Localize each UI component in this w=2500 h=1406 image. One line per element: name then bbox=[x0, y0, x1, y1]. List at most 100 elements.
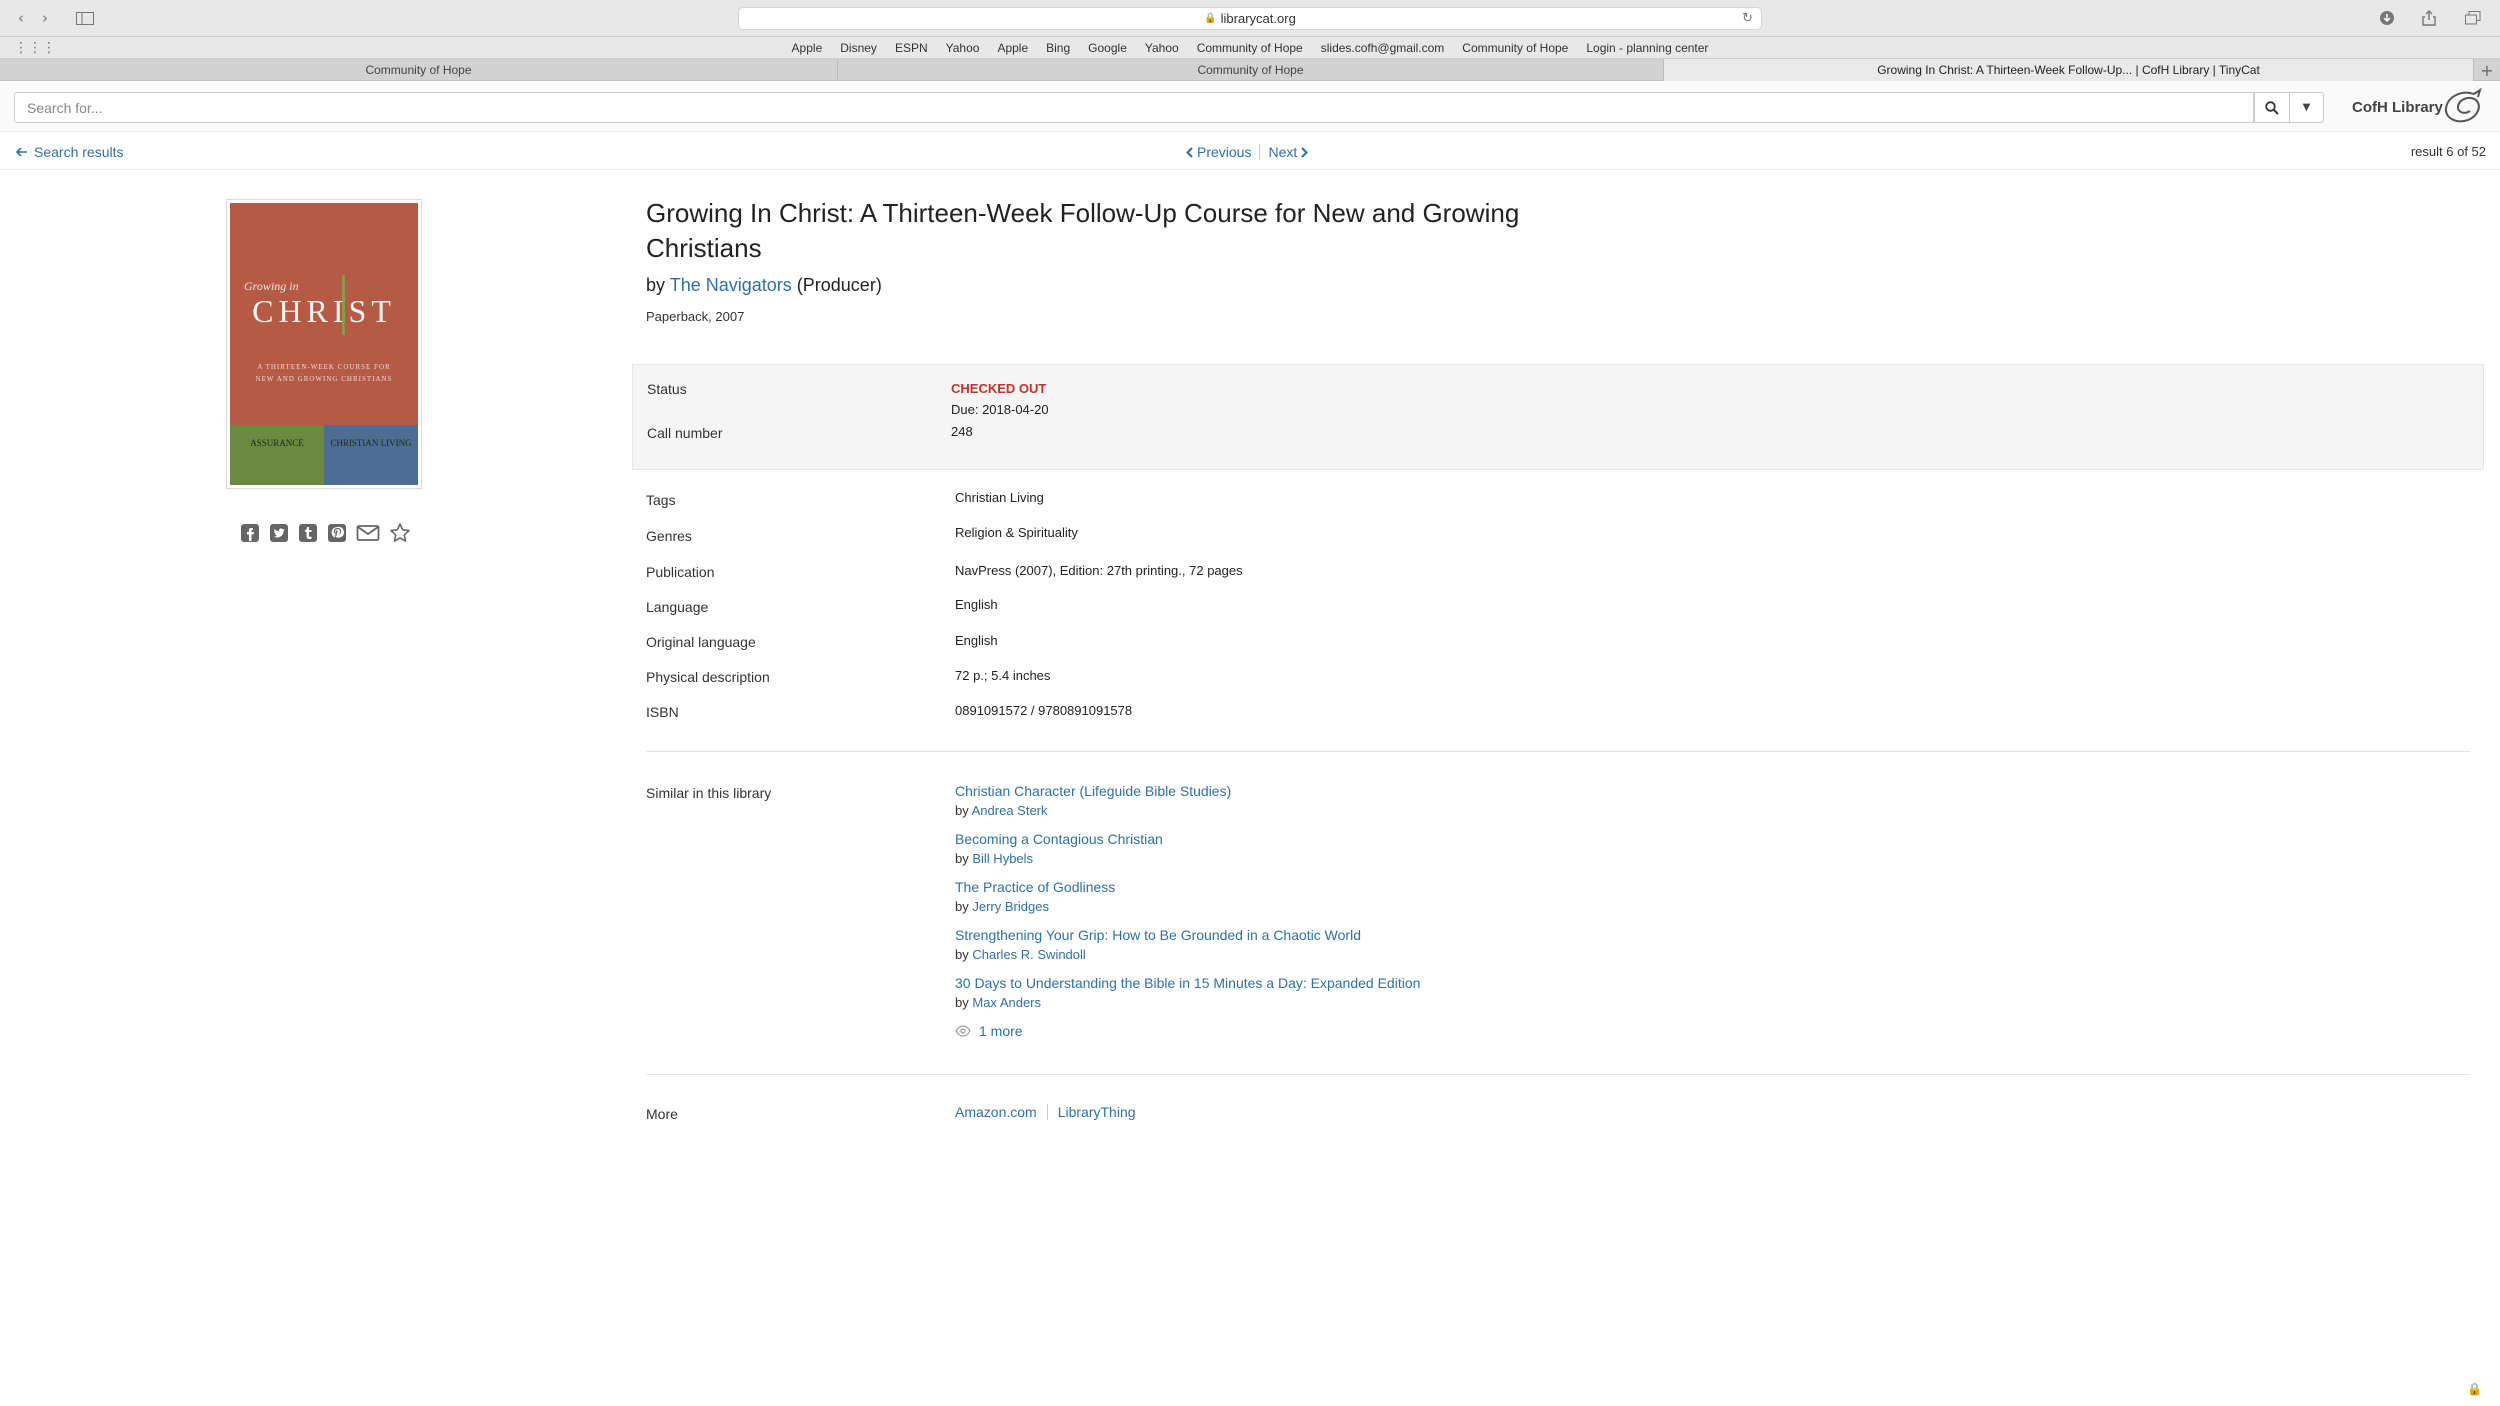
similar-author-link[interactable]: Bill Hybels bbox=[972, 851, 1033, 866]
search-input[interactable] bbox=[14, 92, 2254, 123]
share-icon[interactable] bbox=[2418, 8, 2440, 28]
tabs-overview-icon[interactable] bbox=[2462, 8, 2484, 28]
physical-description-value: 72 p.; 5.4 inches bbox=[955, 668, 1051, 683]
library-name[interactable]: CofH Library bbox=[2352, 99, 2443, 116]
nav-divider bbox=[1259, 144, 1261, 160]
favorite-link[interactable]: ESPN bbox=[895, 41, 928, 55]
favorite-link[interactable]: Disney bbox=[840, 41, 877, 55]
similar-item: Strengthening Your Grip: How to Be Groun… bbox=[955, 927, 1361, 962]
book-cover[interactable]: Growing in CHRIST A THIRTEEN-WEEK COURSE… bbox=[226, 199, 422, 489]
cover-left-panel bbox=[230, 425, 324, 485]
language-label: Language bbox=[646, 599, 709, 615]
back-label: Search results bbox=[34, 144, 124, 160]
browser-toolbar: ‹ › 🔒 librarycat.org ↻ bbox=[0, 0, 2500, 37]
similar-author-link[interactable]: Max Anders bbox=[972, 995, 1041, 1010]
author-role: (Producer) bbox=[796, 275, 882, 295]
favorite-link[interactable]: Bing bbox=[1046, 41, 1070, 55]
favorite-link[interactable]: Apple bbox=[997, 41, 1028, 55]
sidebar-toggle-icon[interactable] bbox=[72, 8, 98, 28]
tumblr-icon[interactable] bbox=[298, 523, 318, 543]
show-more-label: 1 more bbox=[979, 1023, 1023, 1039]
url-bar[interactable]: 🔒 librarycat.org ↻ bbox=[738, 7, 1762, 30]
similar-title-link[interactable]: Strengthening Your Grip: How to Be Groun… bbox=[955, 927, 1361, 947]
chevron-left-icon bbox=[1186, 146, 1193, 158]
similar-title-link[interactable]: Christian Character (Lifeguide Bible Stu… bbox=[955, 783, 1231, 803]
favorite-link[interactable]: Google bbox=[1088, 41, 1127, 55]
original-language-value: English bbox=[955, 633, 998, 648]
by-prefix: by bbox=[646, 275, 666, 295]
reload-icon[interactable]: ↻ bbox=[1742, 11, 1753, 26]
favorite-link[interactable]: Apple bbox=[792, 41, 823, 55]
padlock-icon[interactable]: 🔒 bbox=[2467, 1382, 2482, 1396]
similar-byline: by Jerry Bridges bbox=[955, 899, 1115, 914]
call-number-label: Call number bbox=[647, 425, 723, 441]
genres-label: Genres bbox=[646, 528, 692, 544]
genre-link[interactable]: Religion & Spirituality bbox=[955, 525, 1078, 540]
tab-community-of-hope-2[interactable]: Community of Hope bbox=[838, 59, 1664, 81]
previous-button[interactable]: Previous bbox=[1186, 144, 1251, 160]
previous-label: Previous bbox=[1197, 144, 1252, 160]
email-icon[interactable] bbox=[356, 523, 380, 543]
librarything-link[interactable]: LibraryThing bbox=[1058, 1104, 1136, 1120]
similar-author-link[interactable]: Jerry Bridges bbox=[972, 899, 1049, 914]
twitter-icon[interactable] bbox=[269, 523, 289, 543]
tab-community-of-hope-1[interactable]: Community of Hope bbox=[0, 59, 838, 81]
cover-subtitle-line: NEW AND GROWING CHRISTIANS bbox=[255, 375, 393, 383]
similar-author-link[interactable]: Charles R. Swindoll bbox=[972, 947, 1085, 962]
favorite-link[interactable]: Yahoo bbox=[1145, 41, 1179, 55]
eye-icon bbox=[955, 1025, 971, 1037]
isbn-value: 0891091572 / 9780891091578 bbox=[955, 703, 1133, 718]
similar-title-link[interactable]: 30 Days to Understanding the Bible in 15… bbox=[955, 975, 1420, 995]
language-link[interactable]: English bbox=[955, 597, 998, 612]
caret-down-icon: ▼ bbox=[2302, 102, 2311, 113]
back-arrow-icon[interactable]: ‹ bbox=[12, 8, 30, 28]
favorite-link[interactable]: Community of Hope bbox=[1462, 41, 1568, 55]
download-icon[interactable] bbox=[2376, 8, 2398, 28]
search-button[interactable] bbox=[2254, 92, 2290, 123]
favorites-list: Apple Disney ESPN Yahoo Apple Bing Googl… bbox=[0, 37, 2500, 59]
similar-item: Becoming a Contagious Christian by Bill … bbox=[955, 831, 1163, 866]
pinterest-icon[interactable] bbox=[327, 523, 347, 543]
tab-bar: Community of Hope Community of Hope Grow… bbox=[0, 59, 2500, 81]
tab-growing-in-christ[interactable]: Growing In Christ: A Thirteen-Week Follo… bbox=[1664, 59, 2474, 81]
similar-author-link[interactable]: Andrea Sterk bbox=[972, 803, 1048, 818]
star-icon[interactable] bbox=[389, 522, 411, 544]
similar-item: Christian Character (Lifeguide Bible Stu… bbox=[955, 783, 1231, 818]
arrow-left-icon bbox=[16, 147, 27, 157]
next-button[interactable]: Next bbox=[1268, 144, 1309, 160]
amazon-link[interactable]: Amazon.com bbox=[955, 1104, 1037, 1120]
favorite-link[interactable]: slides.cofh@gmail.com bbox=[1321, 41, 1445, 55]
cover-right-panel bbox=[324, 425, 418, 485]
by-prefix: by bbox=[955, 803, 969, 818]
url-text: librarycat.org bbox=[1220, 11, 1296, 26]
facebook-icon[interactable] bbox=[240, 523, 260, 543]
author-link[interactable]: The Navigators bbox=[670, 275, 792, 295]
search-icon bbox=[2265, 100, 2279, 115]
share-icons bbox=[240, 522, 411, 544]
tag-link[interactable]: Christian Living bbox=[955, 490, 1044, 505]
similar-title-link[interactable]: The Practice of Godliness bbox=[955, 879, 1115, 899]
similar-title-link[interactable]: Becoming a Contagious Christian bbox=[955, 831, 1163, 851]
similar-label: Similar in this library bbox=[646, 785, 772, 801]
by-prefix: by bbox=[955, 995, 969, 1010]
lock-icon: 🔒 bbox=[1204, 13, 1217, 24]
cover-text-growing: Growing in bbox=[244, 279, 299, 293]
similar-byline: by Bill Hybels bbox=[955, 851, 1163, 866]
similar-item: 30 Days to Understanding the Bible in 15… bbox=[955, 975, 1420, 1010]
tinycat-logo-icon[interactable] bbox=[2440, 88, 2486, 126]
show-more-similar[interactable]: 1 more bbox=[955, 1023, 1023, 1039]
publication-value: NavPress (2007), Edition: 27th printing.… bbox=[955, 563, 1243, 578]
more-label: More bbox=[646, 1106, 678, 1122]
forward-arrow-icon[interactable]: › bbox=[36, 8, 54, 28]
search-options-button[interactable]: ▼ bbox=[2290, 92, 2324, 123]
call-number: 248 bbox=[951, 424, 973, 439]
favorite-link[interactable]: Community of Hope bbox=[1197, 41, 1303, 55]
favorite-link[interactable]: Yahoo bbox=[946, 41, 980, 55]
back-to-search-results[interactable]: Search results bbox=[16, 144, 123, 160]
cover-subtitle: A THIRTEEN-WEEK COURSE FOR NEW AND GROWI… bbox=[230, 361, 418, 385]
favorite-link[interactable]: Login - planning center bbox=[1586, 41, 1708, 55]
new-tab-button[interactable]: + bbox=[2474, 59, 2500, 81]
prev-next-nav: Previous Next bbox=[1186, 144, 1309, 160]
isbn-label: ISBN bbox=[646, 704, 679, 720]
status-badge: CHECKED OUT bbox=[951, 381, 1047, 396]
